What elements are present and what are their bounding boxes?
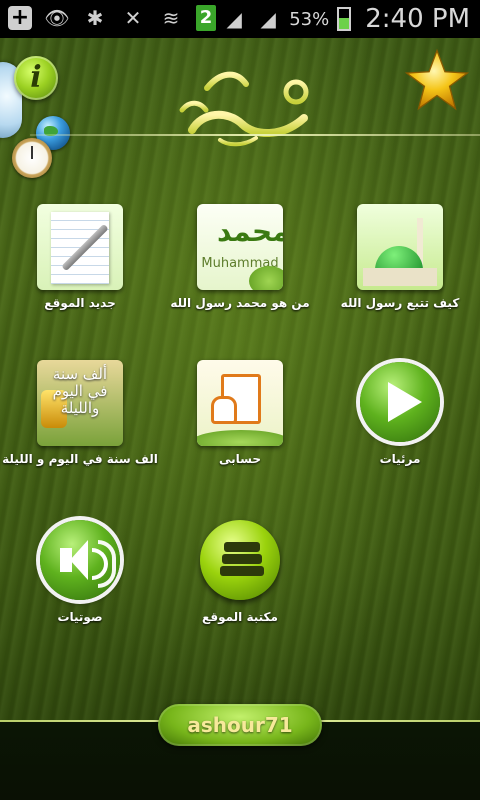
calligraphy-logo [179,70,309,147]
mosque-icon [357,204,443,290]
signal-icon: ◢ [226,7,242,31]
mute-icon: ✕ [124,6,142,30]
footer: ashour71 [0,704,480,800]
battery-icon [337,7,352,31]
menu-item-thousand-sunnah[interactable]: ألف سنة في اليوم والليلة الف سنة في اليو… [0,360,160,466]
menu-item-library[interactable]: مكتبة الموقع [160,520,320,624]
menu-item-my-account[interactable]: حسابى [160,360,320,466]
star-icon[interactable] [404,48,470,114]
book-cover-icon: ألف سنة في اليوم والليلة [37,360,123,446]
menu-item-label: صوتيات [57,610,103,624]
menu-item-label: حسابى [218,452,261,466]
username-button[interactable]: ashour71 [158,704,322,746]
menu-item-label: جديد الموقع [44,296,116,310]
header-divider [30,134,480,136]
add-notification-icon: + [8,6,32,30]
app-screen: i كيف تتبع رسول الله محمد Muhammad من هو… [0,38,480,800]
play-icon [360,362,440,442]
menu-item-label: الف سنة في اليوم و الليلة [2,452,158,466]
status-bar: + 👁 ✱ ✕ ≋ 2 ◢ ◢ 53% 2:40 PM [0,0,480,38]
menu-item-label: مرئيات [379,452,421,466]
header: i [0,38,480,178]
eye-icon: 👁 [44,6,70,30]
signal-icon-2: ◢ [260,7,276,31]
menu-item-videos[interactable]: مرئيات [320,362,480,466]
menu-item-whats-new[interactable]: جديد الموقع [0,204,160,310]
menu-item-audio[interactable]: صوتيات [0,520,160,624]
bluetooth-icon: ✱ [86,6,104,30]
wifi-icon: ≋ [162,6,180,30]
books-icon [200,520,280,600]
status-time: 2:40 PM [365,4,470,34]
speaker-icon [40,520,120,600]
info-icon[interactable]: i [14,56,58,100]
battery-percent: 53% [289,8,330,30]
menu-item-who-is-muhammad[interactable]: محمد Muhammad من هو محمد رسول الله [160,204,320,310]
clock-icon[interactable] [12,138,52,178]
menu-item-label: كيف تتبع رسول الله [340,296,460,310]
notepad-pen-icon [37,204,123,290]
menu-item-label: مكتبة الموقع [202,610,278,624]
account-document-icon [197,360,283,446]
muhammad-calligraphy-icon: محمد Muhammad [197,204,283,290]
menu-item-label: من هو محمد رسول الله [170,296,310,310]
notification-count: 2 [196,5,216,31]
menu-item-how-to-follow[interactable]: كيف تتبع رسول الله [320,204,480,310]
